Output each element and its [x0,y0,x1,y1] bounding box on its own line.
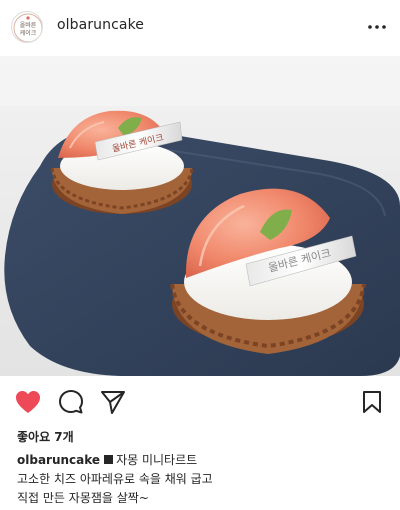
avatar-logo: 올바른 케이크 [13,13,42,42]
caption-title: 자몽 미니타르트 [116,453,198,467]
caption-line-3: 직접 만든 자몽잼을 살짝~ [17,491,149,505]
share-button[interactable] [99,388,127,416]
post-photo[interactable]: 올바른 케이크 올바른 케이크 [0,56,400,376]
post-username[interactable]: olbaruncake [57,17,144,33]
instagram-post: 올바른 케이크 olbaruncake 올바른 케이크 올바른 케이크 좋아요 … [0,0,400,510]
comment-button[interactable] [57,388,85,416]
avatar-text-bottom: 케이크 [20,29,37,37]
post-image: 올바른 케이크 올바른 케이크 [0,56,400,376]
more-dots-icon [368,25,386,29]
likes-count[interactable]: 좋아요 7개 [17,428,74,445]
avatar-text-top: 올바른 [20,21,37,29]
bookmark-icon [363,391,381,413]
save-button[interactable] [358,388,386,416]
heart-icon [16,391,40,413]
avatar[interactable]: 올바른 케이크 [11,11,43,43]
caption-username[interactable]: olbaruncake [17,453,100,467]
caption-line-2: 고소한 치즈 아파레유로 속을 채워 굽고 [17,472,213,486]
caption-line-1: olbaruncake 자몽 미니타르트 [17,451,387,470]
black-square-icon [104,455,114,464]
action-bar [0,384,400,420]
comment-icon [59,390,83,414]
paper-plane-icon [101,391,125,414]
post-header: 올바른 케이크 olbaruncake [0,0,400,54]
like-button[interactable] [14,388,42,416]
more-options-button[interactable] [366,16,388,38]
post-caption: olbaruncake 자몽 미니타르트 고소한 치즈 아파레유로 속을 채워 굽… [17,451,387,508]
